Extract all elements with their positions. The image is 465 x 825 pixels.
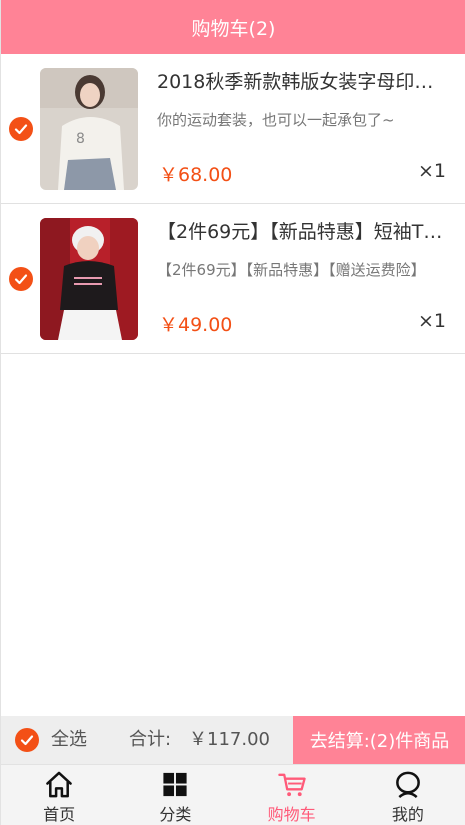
item-quantity: ×1: [417, 310, 446, 332]
item-quantity: ×1: [417, 160, 446, 182]
tab-label: 首页: [43, 805, 76, 824]
svg-text:8: 8: [76, 131, 85, 147]
cart-icon: [277, 773, 306, 797]
item-checkbox[interactable]: [9, 267, 33, 291]
cart-item[interactable]: 【2件69元】【新品特惠】短袖T恤女 【2件69元】【新品特惠】【赠送运费险】 …: [1, 204, 465, 354]
product-image[interactable]: 8: [40, 68, 138, 190]
profile-icon: [395, 771, 420, 799]
item-price: ￥68.00: [159, 164, 233, 186]
select-all-checkbox[interactable]: [15, 728, 39, 752]
total-label: 合计:: [129, 729, 172, 750]
product-photo-tshirt: [40, 218, 138, 340]
total-amount: ￥117.00: [189, 729, 270, 750]
tab-category[interactable]: 分类: [117, 765, 233, 825]
category-grid-icon: [163, 772, 187, 797]
tab-label: 购物车: [267, 805, 316, 824]
checkmark-icon: [20, 735, 34, 746]
item-info: 【2件69元】【新品特惠】短袖T恤女 【2件69元】【新品特惠】【赠送运费险】 …: [157, 204, 446, 354]
home-icon: [46, 771, 72, 798]
item-name[interactable]: 【2件69元】【新品特惠】短袖T恤女: [157, 217, 446, 244]
product-image[interactable]: [40, 218, 138, 340]
tab-label: 分类: [159, 805, 192, 824]
app-header: 购物车(2): [1, 0, 465, 54]
item-desc: 【2件69元】【新品特惠】【赠送运费险】: [157, 261, 426, 279]
checkmark-icon: [14, 124, 28, 135]
item-desc: 你的运动套装，也可以一起承包了~: [157, 111, 395, 129]
bottom-tab-bar: 首页 分类 购物车 我的: [1, 764, 465, 825]
item-checkbox[interactable]: [9, 117, 33, 141]
cart-summary-bar: 全选 合计: ￥117.00 去结算:(2)件商品: [1, 716, 465, 764]
item-price: ￥49.00: [159, 314, 233, 336]
tab-home[interactable]: 首页: [1, 765, 117, 825]
tab-label: 我的: [391, 805, 424, 824]
product-photo-sweatshirt: 8: [40, 68, 138, 190]
checkout-button[interactable]: 去结算:(2)件商品: [293, 716, 465, 764]
item-name[interactable]: 2018秋季新款韩版女装字母印花宽松卫衣: [157, 67, 446, 94]
page-title: 购物车(2): [191, 17, 276, 40]
select-all-label[interactable]: 全选: [51, 716, 87, 764]
checkmark-icon: [14, 274, 28, 285]
cart-item[interactable]: 8 2018秋季新款韩版女装字母印花宽松卫衣 你的运动套装，也可以一起承包了~ …: [1, 54, 465, 204]
item-info: 2018秋季新款韩版女装字母印花宽松卫衣 你的运动套装，也可以一起承包了~ ￥6…: [157, 54, 446, 204]
tab-cart[interactable]: 购物车: [234, 765, 350, 825]
tab-profile[interactable]: 我的: [350, 765, 465, 825]
